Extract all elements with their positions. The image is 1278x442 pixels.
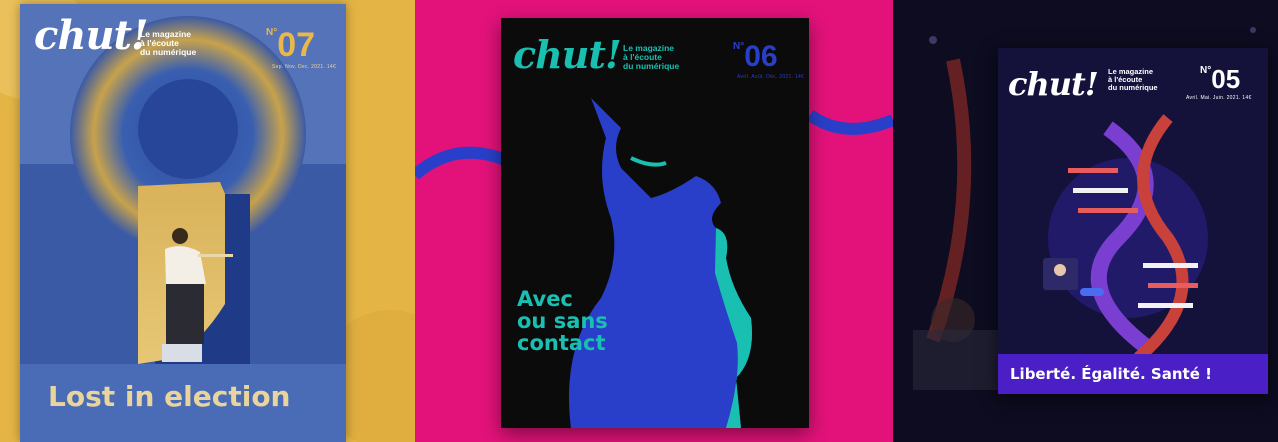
issue-number: N°05 xyxy=(1200,64,1241,94)
issue-number: N°07 xyxy=(266,26,316,64)
magazine-tagline: Le magazine à l'écoute du numérique xyxy=(1108,67,1158,92)
magazine-cover-05[interactable]: chut! Le magazine à l'écoute du numériqu… xyxy=(998,48,1268,394)
panel-issue-05: chut! Le magazine à l'écoute du numériqu… xyxy=(893,0,1278,442)
magazine-cover-06[interactable]: chut! Le magazine à l'écoute du numériqu… xyxy=(501,18,809,428)
chut-logo: chut! xyxy=(1008,65,1099,103)
cover-headline: Lost in election xyxy=(48,380,291,413)
cover-headline: Avec ou sans contact xyxy=(517,287,608,356)
magazine-tagline: Le magazine à l'écoute du numérique xyxy=(623,43,680,71)
issue-number: N°06 xyxy=(733,40,778,73)
issue-dates: Avril. Août. Déc. 2021. 14€ xyxy=(737,74,805,80)
panel-issue-06: chut! Le magazine à l'écoute du numériqu… xyxy=(415,0,893,442)
cover-headline: Liberté. Égalité. Santé ! xyxy=(1010,365,1212,383)
chut-logo: chut! xyxy=(513,32,622,77)
issue-dates: Avril. Mai. Juin. 2021. 14€ xyxy=(1186,95,1252,101)
issue-dates: Sep. Nov. Dec. 2021. 14€ xyxy=(272,64,337,70)
panel-issue-07: chut! Le magazine à l'écoute du numériqu… xyxy=(0,0,415,442)
chut-logo: chut! xyxy=(34,12,149,59)
magazine-cover-07[interactable]: chut! Le magazine à l'écoute du numériqu… xyxy=(20,4,346,442)
magazine-tagline: Le magazine à l'écoute du numérique xyxy=(140,29,197,57)
